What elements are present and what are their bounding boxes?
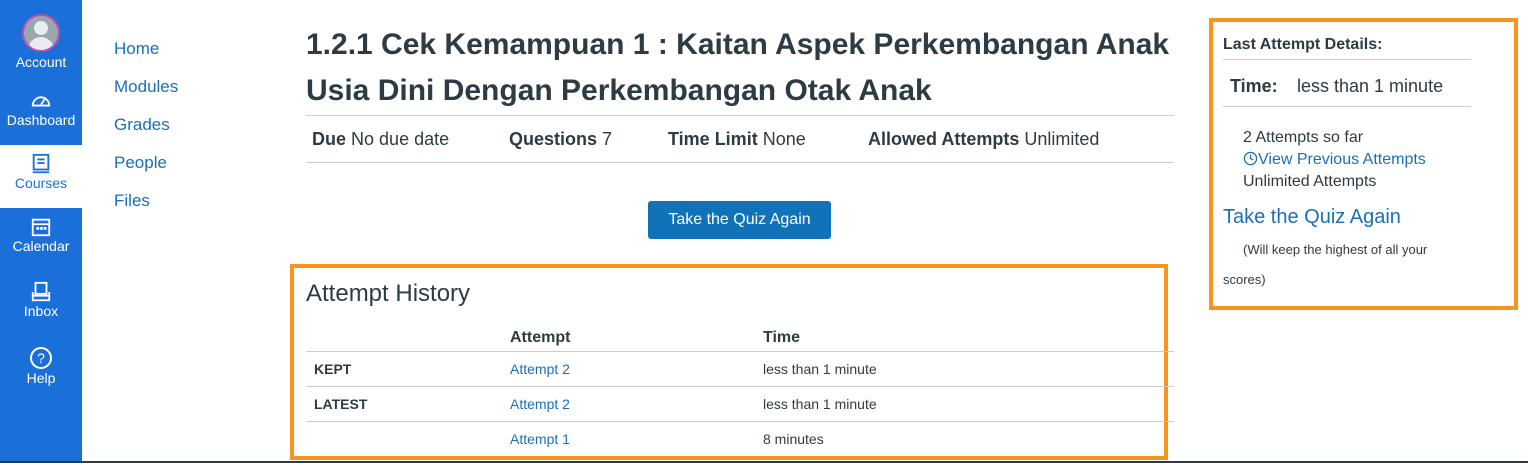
- attempt-time: less than 1 minute: [763, 396, 877, 412]
- table-row: KEPT Attempt 2 less than 1 minute: [306, 352, 1174, 387]
- meta-allowed-label: Allowed Attempts: [868, 129, 1020, 149]
- attempt-link[interactable]: Attempt 2: [510, 387, 570, 421]
- meta-questions-label: Questions: [509, 129, 598, 149]
- nav-calendar-label: Calendar: [12, 238, 70, 254]
- attempt-link[interactable]: Attempt 2: [510, 352, 570, 386]
- last-attempt-heading: Last Attempt Details:: [1223, 36, 1471, 60]
- meta-time-limit-value: None: [762, 129, 806, 149]
- last-attempt-time: Time: less than 1 minute: [1223, 66, 1471, 107]
- course-nav-people[interactable]: People: [114, 144, 178, 182]
- nav-account[interactable]: Account: [0, 14, 82, 76]
- meta-time-limit-label: Time Limit: [668, 129, 758, 149]
- svg-text:?: ?: [37, 350, 45, 366]
- attempt-time: 8 minutes: [763, 431, 824, 447]
- nav-help-label: Help: [26, 370, 56, 386]
- last-attempt-time-value: less than 1 minute: [1297, 76, 1444, 96]
- course-nav: Home Modules Grades People Files: [114, 30, 178, 220]
- attempts-so-far: 2 Attempts so far: [1243, 129, 1364, 146]
- course-nav-modules[interactable]: Modules: [114, 68, 178, 106]
- table-row: LATEST Attempt 2 less than 1 minute: [306, 387, 1174, 422]
- take-quiz-again-link[interactable]: Take the Quiz Again: [1223, 206, 1401, 229]
- meta-questions: Questions 7: [509, 116, 612, 162]
- col-time-header: Time: [763, 329, 801, 346]
- take-quiz-again-button[interactable]: Take the Quiz Again: [648, 201, 831, 239]
- attempt-time: less than 1 minute: [763, 361, 877, 377]
- nav-account-label: Account: [15, 54, 67, 70]
- nav-dashboard-label: Dashboard: [6, 112, 76, 128]
- nav-courses[interactable]: Courses: [0, 145, 82, 208]
- unlimited-attempts: Unlimited Attempts: [1243, 173, 1377, 190]
- attempt-status: LATEST: [314, 396, 368, 412]
- table-header-row: Attempt Time: [306, 324, 1174, 352]
- meta-due-value: No due date: [351, 129, 450, 149]
- view-previous-attempts-link[interactable]: View Previous Attempts: [1243, 151, 1426, 169]
- nav-inbox-label: Inbox: [23, 303, 59, 319]
- clock-icon: [1243, 151, 1258, 166]
- meta-time-limit: Time Limit None: [668, 116, 806, 162]
- meta-questions-value: 7: [602, 129, 613, 149]
- courses-icon: [32, 153, 50, 174]
- attempt-link[interactable]: Attempt 1: [510, 422, 570, 456]
- meta-due: Due No due date: [312, 116, 449, 162]
- inbox-icon: [31, 281, 51, 302]
- help-icon: ?: [30, 347, 52, 369]
- nav-inbox[interactable]: Inbox: [0, 281, 82, 333]
- page-title: 1.2.1 Cek Kemampuan 1 : Kaitan Aspek Per…: [306, 28, 1170, 107]
- avatar: [22, 14, 60, 52]
- nav-courses-label: Courses: [14, 175, 68, 191]
- keep-highest-note-cont: scores): [1223, 272, 1266, 287]
- nav-help[interactable]: ? Help: [0, 346, 82, 398]
- keep-highest-note: (Will keep the highest of all your: [1243, 242, 1428, 257]
- dashboard-icon: [31, 96, 51, 107]
- course-nav-grades[interactable]: Grades: [114, 106, 178, 144]
- nav-dashboard[interactable]: Dashboard: [0, 90, 82, 142]
- quiz-meta: Due No due date Questions 7 Time Limit N…: [306, 115, 1174, 163]
- meta-allowed-value: Unlimited: [1024, 129, 1100, 149]
- attempt-status: KEPT: [314, 361, 352, 377]
- col-attempt-header: Attempt: [510, 329, 571, 346]
- nav-calendar[interactable]: Calendar: [0, 216, 82, 268]
- view-previous-attempts-label: View Previous Attempts: [1258, 151, 1426, 168]
- meta-due-label: Due: [312, 129, 347, 149]
- course-nav-files[interactable]: Files: [114, 182, 178, 220]
- calendar-icon: [31, 218, 51, 237]
- course-nav-home[interactable]: Home: [114, 30, 178, 68]
- attempt-history-table: Attempt Time KEPT Attempt 2 less than 1 …: [306, 324, 1174, 456]
- attempt-history-title: Attempt History: [306, 280, 471, 307]
- last-attempt-time-label: Time:: [1230, 76, 1278, 96]
- meta-allowed-attempts: Allowed Attempts Unlimited: [868, 116, 1099, 162]
- global-nav: Account Dashboard Courses Calendar Inbox…: [0, 0, 82, 463]
- table-row: Attempt 1 8 minutes: [306, 422, 1174, 456]
